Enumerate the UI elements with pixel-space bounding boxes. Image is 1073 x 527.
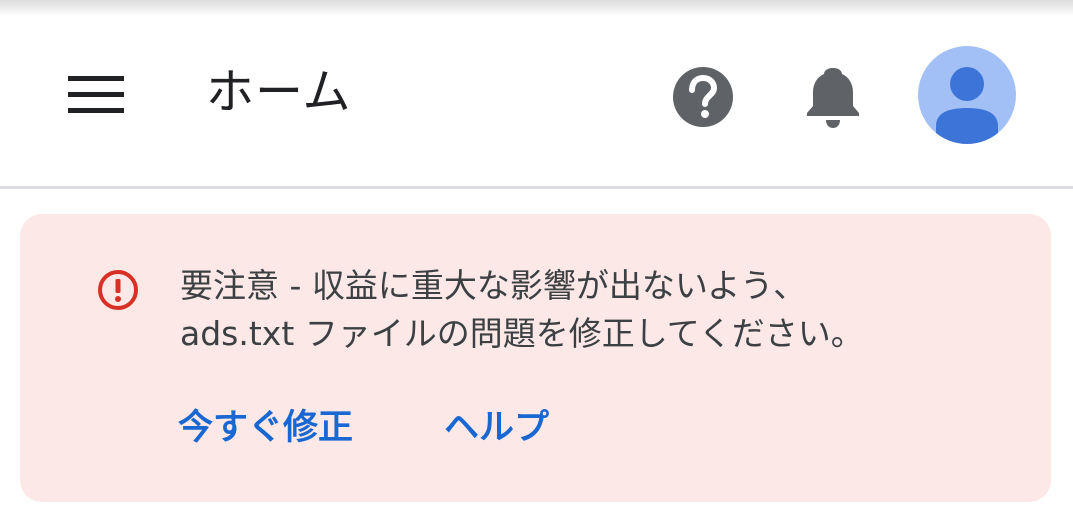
ads-txt-alert-card: 要注意 - 収益に重大な影響が出ないよう、 ads.txt ファイルの問題を修正… [20,214,1051,502]
help-button[interactable] [668,62,738,132]
alert-message: 要注意 - 収益に重大な影響が出ないよう、 ads.txt ファイルの問題を修正… [180,262,1020,358]
help-circle-icon [673,67,733,127]
alert-message-line-1: 要注意 - 収益に重大な影響が出ないよう、 [180,266,807,305]
error-outline-icon [98,270,138,310]
account-avatar-icon [936,67,998,144]
bell-icon [807,68,859,128]
app-header: ホーム [0,16,1073,186]
status-bar-shadow [0,0,1073,16]
header-divider [0,186,1073,189]
alert-message-line-2: ads.txt ファイルの問題を修正してください。 [180,314,864,353]
page-title: ホーム [206,64,352,120]
hamburger-menu-icon [68,76,124,113]
help-link[interactable]: ヘルプ [444,406,549,450]
fix-now-link[interactable]: 今すぐ修正 [178,406,353,450]
account-avatar[interactable] [918,46,1016,144]
notifications-button[interactable] [798,60,868,132]
menu-button[interactable] [56,60,140,130]
